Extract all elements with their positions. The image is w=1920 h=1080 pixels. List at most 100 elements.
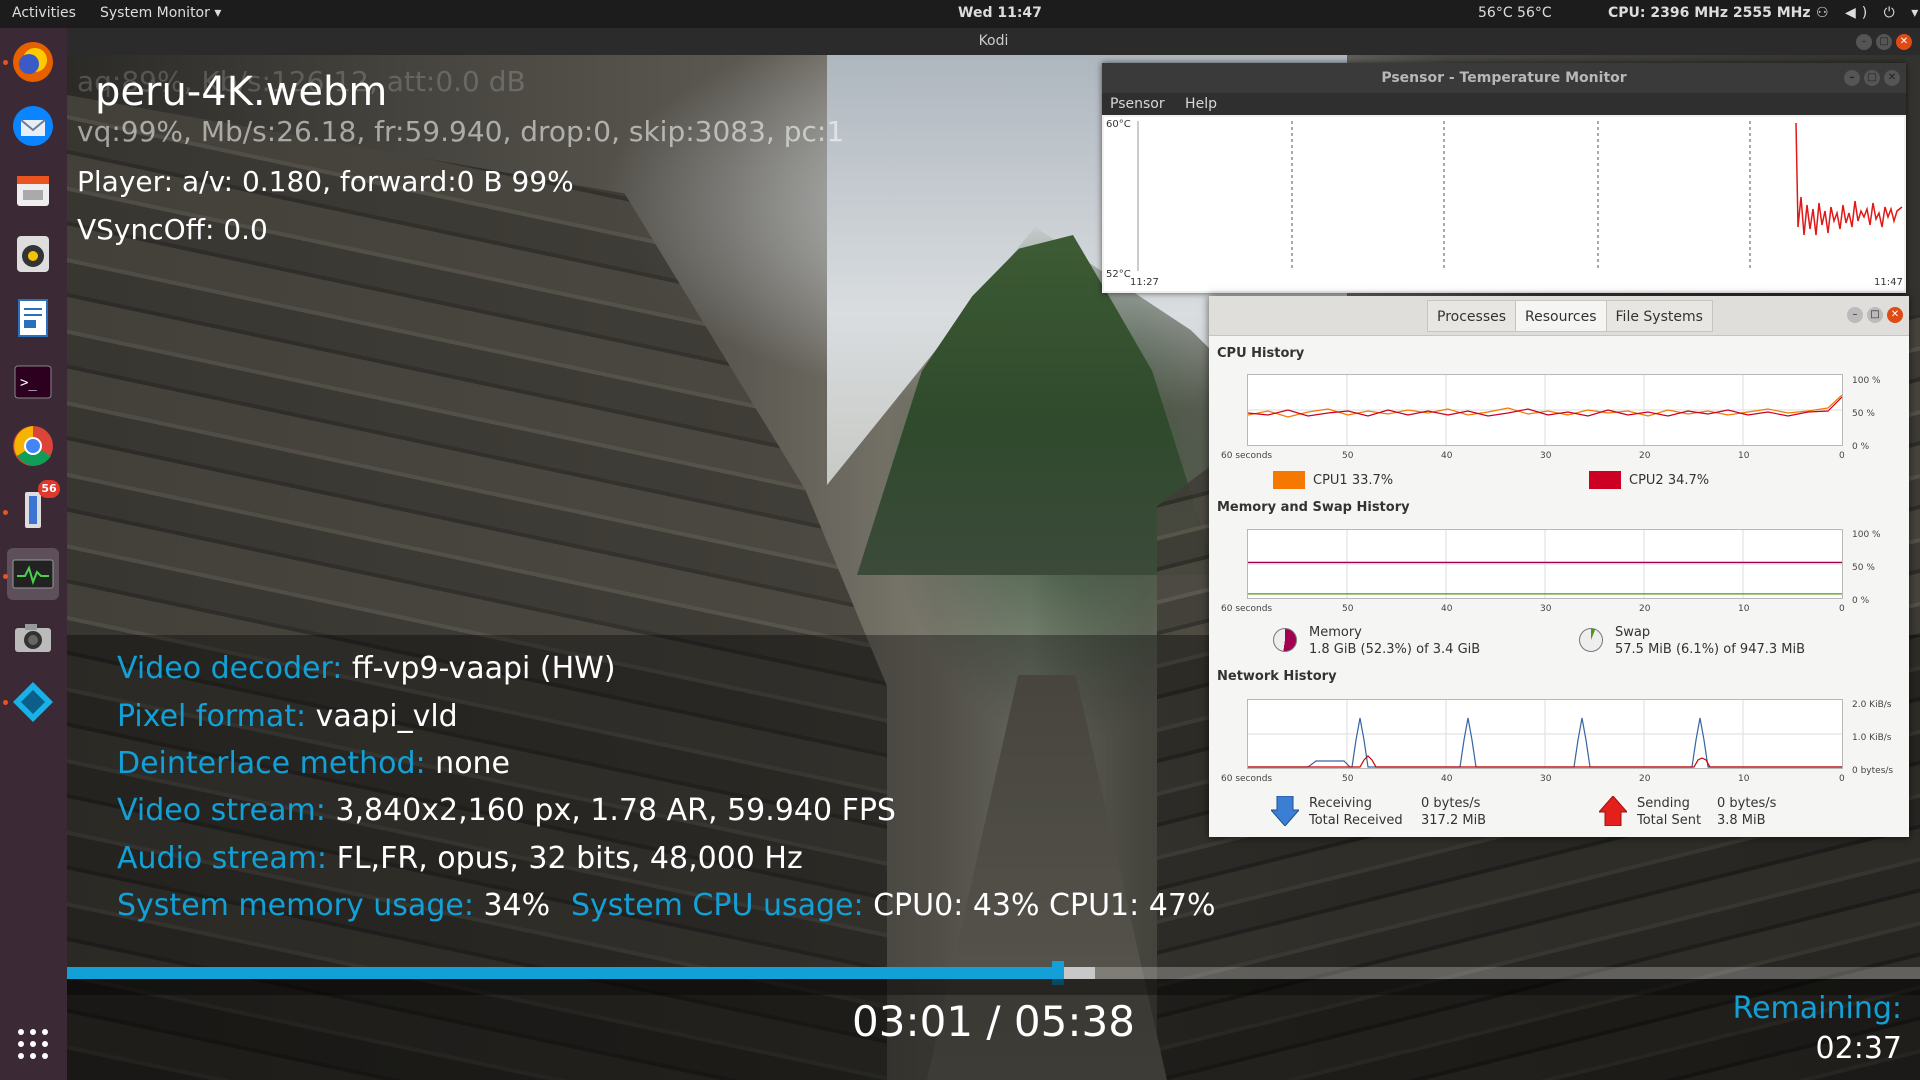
temperature-indicator[interactable]: 56°C 56°C xyxy=(1478,5,1552,21)
close-button[interactable]: ✕ xyxy=(1887,307,1903,323)
minimize-button[interactable]: – xyxy=(1844,70,1860,86)
cpu-history-svg xyxy=(1247,375,1843,445)
playback-time-bar: 03:01 / 05:38 Remaining: 02:37 xyxy=(67,979,1920,1080)
cpu-history-graph xyxy=(1247,374,1843,446)
info-row-pixel-format: Pixel format: vaapi_vld xyxy=(117,699,458,734)
window-controls: – □ ✕ xyxy=(1847,307,1903,323)
menu-psensor[interactable]: Psensor xyxy=(1110,96,1165,112)
x-axis-left-label: 11:27 xyxy=(1130,277,1159,288)
close-button[interactable]: ✕ xyxy=(1896,34,1912,50)
y-axis-top-label: 60°C xyxy=(1106,119,1131,130)
y-tick: 2.0 KiB/s xyxy=(1852,700,1892,710)
sending-rate: 0 bytes/s xyxy=(1717,796,1777,811)
svg-text:>_: >_ xyxy=(20,375,37,391)
camera-icon[interactable] xyxy=(7,612,59,664)
y-tick: 100 % xyxy=(1852,376,1881,386)
x-tick: 20 xyxy=(1639,774,1651,784)
tab-processes[interactable]: Processes xyxy=(1427,300,1516,332)
x-tick: 50 xyxy=(1342,604,1354,614)
system-tray-icons[interactable]: ⚇ ◀) ⏻ ▾ xyxy=(1816,5,1920,21)
menu-help[interactable]: Help xyxy=(1185,96,1217,112)
info-row-video-stream: Video stream: 3,840x2,160 px, 1.78 AR, 5… xyxy=(117,793,896,828)
x-tick: 50 xyxy=(1342,451,1354,461)
terminal-icon[interactable]: >_ xyxy=(7,356,59,408)
dock: >_ 56 xyxy=(0,28,67,1080)
info-row-cpu-usage: System CPU usage: CPU0: 43% CPU1: 47% xyxy=(571,888,1216,923)
maximize-button[interactable]: □ xyxy=(1864,70,1880,86)
tab-resources[interactable]: Resources xyxy=(1515,300,1606,332)
app-grid-icon[interactable] xyxy=(7,1018,59,1070)
minimize-button[interactable]: – xyxy=(1856,34,1872,50)
total-sent-value: 3.8 MiB xyxy=(1717,813,1766,828)
close-button[interactable]: ✕ xyxy=(1884,70,1900,86)
cpu-history-title: CPU History xyxy=(1217,346,1305,361)
memory-pie-icon[interactable] xyxy=(1273,628,1297,652)
x-tick: 50 xyxy=(1342,774,1354,784)
firefox-icon[interactable] xyxy=(7,36,59,88)
rhythmbox-icon[interactable] xyxy=(7,228,59,280)
y-tick: 0 % xyxy=(1852,442,1870,452)
running-indicator xyxy=(3,510,8,515)
graph-grid xyxy=(1248,530,1842,598)
files-icon[interactable] xyxy=(7,164,59,216)
system-monitor-header[interactable]: Processes Resources File Systems – □ ✕ xyxy=(1209,296,1909,336)
temperature-graph-svg xyxy=(1137,121,1903,271)
x-tick: 10 xyxy=(1738,774,1750,784)
thunderbird-icon[interactable] xyxy=(7,100,59,152)
memory-history-title: Memory and Swap History xyxy=(1217,500,1410,515)
remaining-label: Remaining: xyxy=(1732,991,1902,1026)
x-tick: 10 xyxy=(1738,604,1750,614)
seek-bar[interactable] xyxy=(67,961,1920,985)
x-tick: 60 seconds xyxy=(1221,451,1273,461)
chrome-icon[interactable] xyxy=(7,420,59,472)
app-menu[interactable]: System Monitor ▾ xyxy=(100,5,221,21)
total-received-value: 317.2 MiB xyxy=(1421,813,1487,828)
temperature-series xyxy=(1795,122,1903,236)
memory-history-graph xyxy=(1247,529,1843,599)
x-tick: 30 xyxy=(1540,451,1552,461)
sending-arrow-icon[interactable] xyxy=(1599,796,1627,826)
x-tick: 60 seconds xyxy=(1221,774,1273,784)
psensor-title-bar[interactable]: Psensor - Temperature Monitor – □ ✕ xyxy=(1102,63,1906,93)
system-monitor-window[interactable]: Processes Resources File Systems – □ ✕ C… xyxy=(1209,296,1909,837)
y-tick: 1.0 KiB/s xyxy=(1852,733,1892,743)
cpu-frequency-indicator[interactable]: CPU: 2396 MHz 2555 MHz xyxy=(1608,5,1811,21)
window-title: Kodi xyxy=(978,33,1009,49)
maximize-button[interactable]: □ xyxy=(1876,34,1892,50)
window-title: Psensor - Temperature Monitor xyxy=(1381,70,1627,86)
receiving-arrow-icon[interactable] xyxy=(1271,796,1299,826)
network-history-svg xyxy=(1248,700,1842,768)
x-tick: 30 xyxy=(1540,604,1552,614)
tab-file-systems[interactable]: File Systems xyxy=(1605,300,1713,332)
clock[interactable]: Wed 11:47 xyxy=(958,5,1042,21)
video-debug-line: vq:99%, Mb/s:26.18, fr:59.940, drop:0, s… xyxy=(77,115,845,148)
temperature-graph: 60°C 52°C 11:27 11:47 xyxy=(1104,117,1904,291)
info-row-deinterlace: Deinterlace method: none xyxy=(117,746,511,781)
window-controls: – □ ✕ xyxy=(1856,34,1912,50)
activities-button[interactable]: Activities xyxy=(12,5,76,21)
cpu1-label: CPU1 33.7% xyxy=(1313,473,1394,488)
kodi-title-bar[interactable]: Kodi – □ ✕ xyxy=(67,28,1920,55)
system-monitor-icon[interactable] xyxy=(7,548,59,600)
maximize-button[interactable]: □ xyxy=(1867,307,1883,323)
x-tick: 20 xyxy=(1639,604,1651,614)
y-tick: 0 % xyxy=(1852,596,1870,606)
memory-value: 1.8 GiB (52.3%) of 3.4 GiB xyxy=(1309,642,1481,657)
window-controls: – □ ✕ xyxy=(1844,70,1900,86)
cpu1-color-swatch[interactable] xyxy=(1273,471,1305,489)
x-tick: 60 seconds xyxy=(1221,604,1273,614)
minimize-button[interactable]: – xyxy=(1847,307,1863,323)
swap-pie-icon[interactable] xyxy=(1579,628,1603,652)
video-filename: peru-4K.webm xyxy=(95,69,388,115)
network-history-graph xyxy=(1247,699,1843,769)
y-tick: 0 bytes/s xyxy=(1852,766,1894,776)
info-row-memory-usage: System memory usage: 34% xyxy=(117,888,551,923)
swap-value: 57.5 MiB (6.1%) of 947.3 MiB xyxy=(1615,642,1806,657)
psensor-window[interactable]: Psensor - Temperature Monitor – □ ✕ Psen… xyxy=(1102,63,1906,293)
libreoffice-writer-icon[interactable] xyxy=(7,292,59,344)
running-indicator xyxy=(3,60,8,65)
graph-grid xyxy=(1248,375,1842,445)
cpu2-color-swatch[interactable] xyxy=(1589,471,1621,489)
y-tick: 50 % xyxy=(1852,409,1875,419)
kodi-icon[interactable] xyxy=(7,676,59,728)
